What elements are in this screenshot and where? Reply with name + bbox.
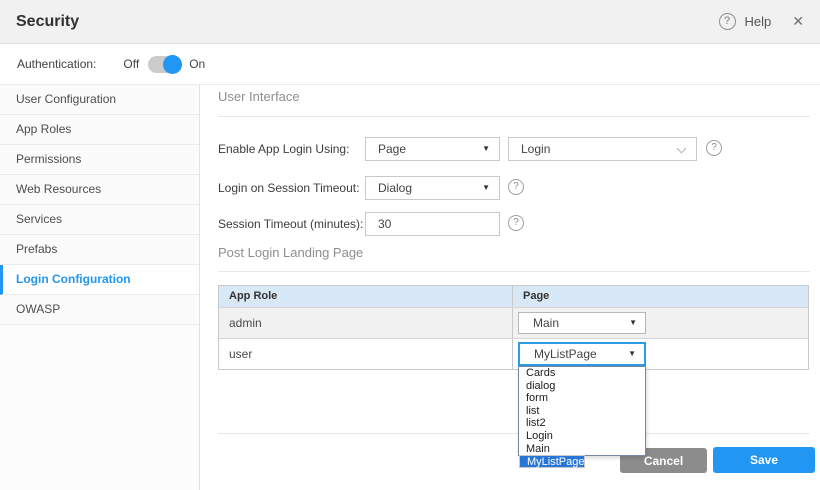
divider	[218, 271, 810, 272]
sidebar-item-services[interactable]: Services	[0, 205, 199, 235]
help-icon-login-using[interactable]: ?	[706, 140, 722, 156]
dropdown-option-cards[interactable]: Cards	[519, 367, 645, 380]
page-dropdown-list: Cardsdialogformlistlist2LoginMainMyListP…	[518, 366, 646, 456]
toggle-off-label: Off	[123, 57, 139, 71]
admin-page-value: Main	[533, 316, 559, 330]
page-title: Security	[16, 13, 79, 31]
footer-divider	[218, 433, 810, 434]
table-row-admin: admin Main ▼	[219, 307, 808, 338]
dropdown-option-dialog[interactable]: dialog	[519, 380, 645, 393]
sidebar: User ConfigurationApp RolesPermissionsWe…	[0, 85, 200, 490]
enable-app-login-label: Enable App Login Using:	[218, 137, 349, 161]
app-role-cell: user	[219, 339, 513, 369]
session-timeout-type-value: Dialog	[378, 181, 412, 195]
login-page-value: Login	[521, 142, 550, 156]
dropdown-option-form[interactable]: form	[519, 392, 645, 405]
security-dialog: Security ? Help ✕ Authentication: Off On…	[0, 0, 820, 490]
section-title-user-interface: User Interface	[218, 89, 300, 104]
table-header-row: App Role Page	[219, 286, 808, 307]
sidebar-item-prefabs[interactable]: Prefabs	[0, 235, 199, 265]
main-content: User Interface Enable App Login Using: P…	[200, 85, 820, 490]
table-row-user: user MyListPage ▼	[219, 338, 808, 369]
chevron-down-icon	[677, 144, 687, 154]
session-timeout-minutes-label: Session Timeout (minutes):	[218, 212, 363, 236]
sidebar-item-owasp[interactable]: OWASP	[0, 295, 199, 325]
sidebar-item-login-configuration[interactable]: Login Configuration	[0, 265, 199, 295]
session-timeout-type-label: Login on Session Timeout:	[218, 176, 359, 200]
dropdown-option-list[interactable]: list	[519, 405, 645, 418]
dropdown-arrow-icon: ▼	[482, 138, 490, 160]
help-icon-timeout-minutes[interactable]: ?	[508, 215, 524, 231]
authentication-toggle[interactable]	[148, 56, 180, 73]
help-icon[interactable]: ?	[719, 13, 736, 30]
login-page-combobox[interactable]: Login	[508, 137, 697, 161]
save-button[interactable]: Save	[713, 447, 815, 473]
dropdown-option-main[interactable]: Main	[519, 443, 645, 456]
dropdown-arrow-icon: ▼	[629, 313, 637, 333]
sidebar-item-user-configuration[interactable]: User Configuration	[0, 85, 199, 115]
login-type-value: Page	[378, 142, 406, 156]
dropdown-option-list2[interactable]: list2	[519, 417, 645, 430]
dropdown-arrow-icon: ▼	[482, 177, 490, 199]
divider	[218, 116, 810, 117]
authentication-label: Authentication:	[17, 57, 96, 71]
authentication-bar: Authentication: Off On	[0, 44, 820, 85]
admin-page-select[interactable]: Main ▼	[518, 312, 646, 334]
toggle-on-label: On	[189, 57, 205, 71]
login-type-select[interactable]: Page ▼	[365, 137, 500, 161]
section-title-post-login: Post Login Landing Page	[218, 245, 363, 260]
help-icon-session-timeout[interactable]: ?	[508, 179, 524, 195]
column-header-page: Page	[513, 286, 808, 307]
sidebar-item-app-roles[interactable]: App Roles	[0, 115, 199, 145]
session-timeout-minutes-input[interactable]: 30	[365, 212, 500, 236]
dropdown-option-login[interactable]: Login	[519, 430, 645, 443]
dropdown-arrow-icon: ▼	[628, 344, 636, 364]
help-link[interactable]: Help	[745, 14, 772, 29]
close-icon[interactable]: ✕	[792, 13, 804, 30]
titlebar: Security ? Help ✕	[0, 0, 820, 44]
dropdown-option-mylistpage[interactable]: MyListPage	[519, 455, 585, 468]
user-page-select[interactable]: MyListPage ▼	[518, 342, 646, 366]
sidebar-item-web-resources[interactable]: Web Resources	[0, 175, 199, 205]
column-header-app-role: App Role	[219, 286, 513, 307]
app-role-cell: admin	[219, 308, 513, 338]
toggle-knob	[163, 55, 182, 74]
user-page-value: MyListPage	[534, 347, 597, 361]
session-timeout-type-select[interactable]: Dialog ▼	[365, 176, 500, 200]
landing-page-table: App Role Page admin Main ▼ user MyListPa…	[218, 285, 809, 370]
sidebar-item-permissions[interactable]: Permissions	[0, 145, 199, 175]
